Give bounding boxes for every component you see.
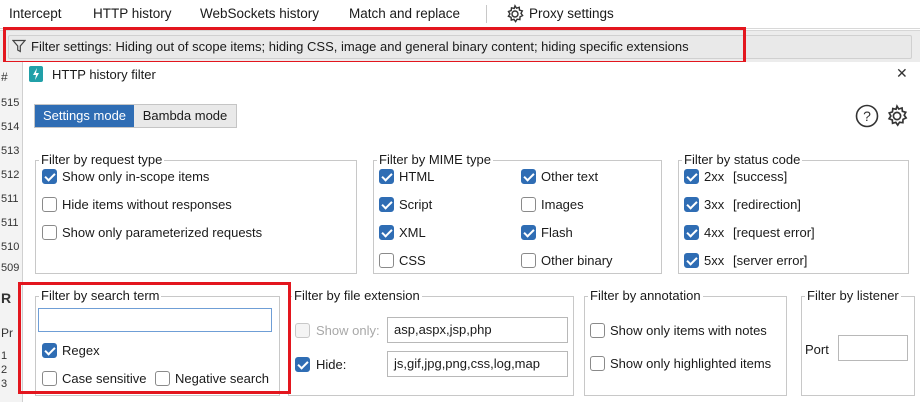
status-5xx-checkbox[interactable] [684, 253, 699, 268]
dialog-title: HTTP history filter [52, 67, 156, 82]
notes-label: Show only items with notes [610, 323, 767, 338]
mime-script-label: Script [399, 197, 433, 212]
status-3xx-desc: [redirection] [733, 197, 801, 212]
annotation-group: Filter by annotation Show only items wit… [584, 288, 787, 396]
tab-divider [486, 5, 487, 23]
request-type-group: Filter by request type Show only in-scop… [35, 152, 357, 274]
status-5xx-desc: [server error] [733, 253, 808, 268]
request-type-legend: Filter by request type [39, 152, 165, 167]
parameterized-checkbox[interactable] [42, 225, 57, 240]
highlight-box-filter-bar [3, 27, 746, 64]
notes-checkbox[interactable] [590, 323, 605, 338]
status-code-legend: Filter by status code [682, 152, 803, 167]
mime-other-binary-label: Other binary [541, 253, 613, 268]
line-number: 3 [1, 378, 8, 390]
tab-http-history[interactable]: HTTP history [85, 6, 179, 30]
hide-no-response-checkbox[interactable] [42, 197, 57, 212]
mime-xml-label: XML [399, 225, 426, 240]
status-2xx-desc: [success] [733, 169, 788, 184]
mime-images-label: Images [541, 197, 584, 212]
status-4xx-checkbox[interactable] [684, 225, 699, 240]
mime-css-label: CSS [399, 253, 426, 268]
hide-extensions-field[interactable]: js,gif,jpg,png,css,log,map [387, 351, 568, 377]
row-number: 511 [1, 193, 19, 205]
status-4xx-code: 4xx [704, 225, 725, 240]
mime-css-checkbox[interactable] [379, 253, 394, 268]
mime-flash-checkbox[interactable] [521, 225, 536, 240]
status-3xx-code: 3xx [704, 197, 725, 212]
mime-html-checkbox[interactable] [379, 169, 394, 184]
show-only-checkbox[interactable] [295, 323, 310, 338]
settings-gear-icon[interactable] [885, 104, 909, 128]
pretty-tab-label: Pr [1, 326, 13, 340]
status-2xx-checkbox[interactable] [684, 169, 699, 184]
file-extension-group: Filter by file extension Show only: asp,… [288, 288, 574, 396]
help-icon[interactable]: ? [855, 104, 879, 128]
bambda-mode-button[interactable]: Bambda mode [134, 105, 236, 127]
row-number: 509 [1, 262, 20, 274]
row-number: 514 [1, 121, 20, 133]
svg-text:?: ? [863, 108, 871, 124]
parameterized-label: Show only parameterized requests [62, 225, 263, 240]
mime-flash-label: Flash [541, 225, 573, 240]
show-only-label: Show only: [316, 323, 380, 338]
status-code-group: Filter by status code 2xx [success] 3xx … [678, 152, 909, 274]
close-icon[interactable]: ✕ [896, 65, 908, 82]
settings-mode-button[interactable]: Settings mode [35, 105, 134, 127]
line-number: 2 [1, 364, 8, 376]
tab-bar: Intercept HTTP history WebSockets histor… [0, 0, 920, 30]
highlighted-label: Show only highlighted items [610, 356, 772, 371]
mime-other-text-checkbox[interactable] [521, 169, 536, 184]
listener-legend: Filter by listener [805, 288, 901, 303]
tab-match-and-replace[interactable]: Match and replace [349, 6, 460, 21]
dialog-titlebar: HTTP history filter ✕ [23, 62, 920, 88]
tab-websockets-history[interactable]: WebSockets history [200, 6, 319, 21]
line-number: 1 [1, 350, 8, 362]
hide-extensions-label: Hide: [316, 357, 347, 372]
mode-toggle: Settings mode Bambda mode [34, 104, 237, 128]
tab-intercept[interactable]: Intercept [9, 6, 62, 21]
port-field[interactable] [838, 335, 908, 361]
row-number: 510 [1, 241, 20, 253]
hide-extensions-checkbox[interactable] [295, 357, 310, 372]
show-only-extensions-field[interactable]: asp,aspx,jsp,php [387, 317, 568, 343]
status-5xx-code: 5xx [704, 253, 725, 268]
tab-proxy-settings[interactable]: Proxy settings [529, 6, 614, 21]
row-number: 512 [1, 169, 20, 181]
request-panel-label: R [1, 290, 12, 306]
highlighted-checkbox[interactable] [590, 356, 605, 371]
mime-xml-checkbox[interactable] [379, 225, 394, 240]
mime-type-legend: Filter by MIME type [377, 152, 493, 167]
status-4xx-desc: [request error] [733, 225, 815, 240]
listener-group: Filter by listener Port [801, 288, 915, 396]
row-number: 513 [1, 145, 20, 157]
column-header-hash: # [1, 70, 8, 84]
burp-logo-icon [29, 66, 43, 82]
mime-html-label: HTML [399, 169, 435, 184]
highlight-box-search-term [18, 282, 291, 394]
hide-no-response-label: Hide items without responses [62, 197, 232, 212]
port-label: Port [805, 342, 829, 357]
file-extension-legend: Filter by file extension [292, 288, 422, 303]
status-3xx-checkbox[interactable] [684, 197, 699, 212]
mime-other-text-label: Other text [541, 169, 599, 184]
in-scope-checkbox[interactable] [42, 169, 57, 184]
mime-script-checkbox[interactable] [379, 197, 394, 212]
status-2xx-code: 2xx [704, 169, 725, 184]
mime-other-binary-checkbox[interactable] [521, 253, 536, 268]
row-number: 515 [1, 97, 20, 109]
mime-type-group: Filter by MIME type HTML Script XML CSS … [373, 152, 662, 274]
row-number: 511 [1, 217, 19, 229]
gear-icon[interactable] [505, 4, 525, 24]
annotation-legend: Filter by annotation [588, 288, 703, 303]
mime-images-checkbox[interactable] [521, 197, 536, 212]
in-scope-label: Show only in-scope items [62, 169, 210, 184]
